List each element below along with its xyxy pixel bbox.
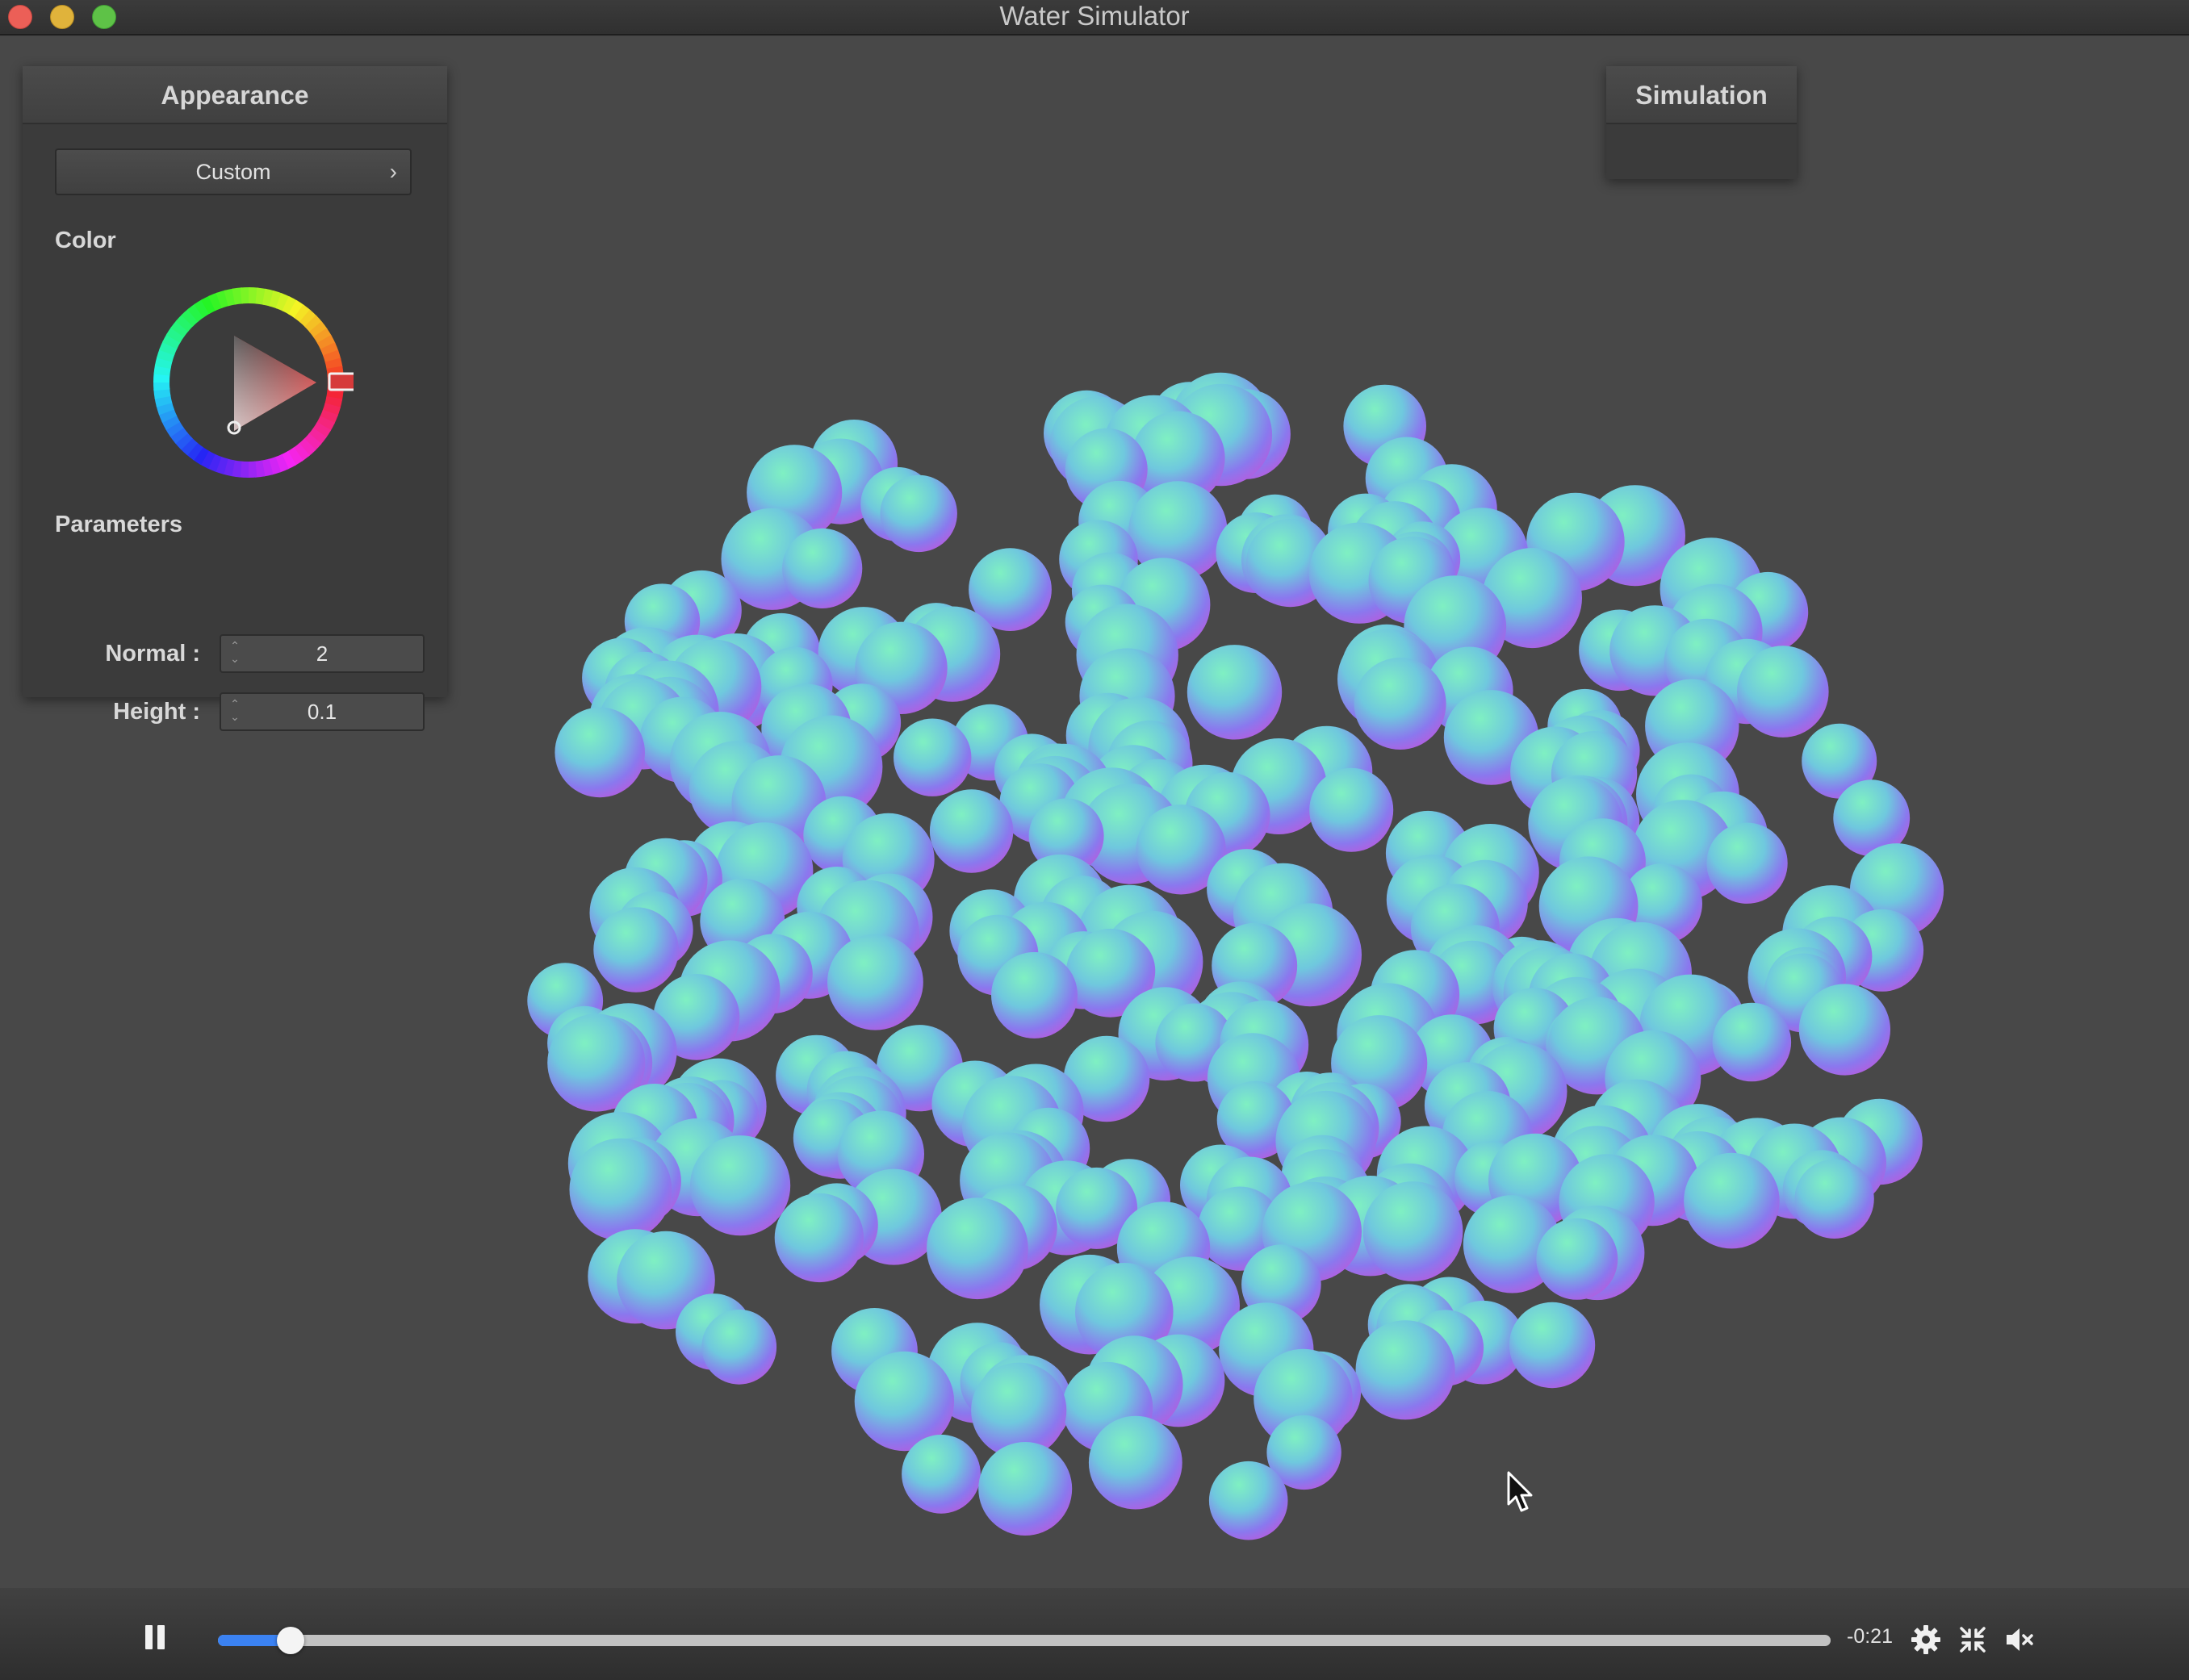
gear-icon[interactable] (1910, 1624, 1942, 1656)
water-particle (902, 1434, 981, 1514)
water-particle (927, 1197, 1028, 1300)
water-particle (593, 907, 679, 993)
water-particle (1509, 1302, 1596, 1389)
water-particles (527, 372, 1944, 1540)
water-particle (701, 1309, 777, 1385)
chevron-right-icon: › (389, 159, 397, 184)
water-particle (894, 718, 972, 796)
water-particle (1309, 767, 1394, 852)
speaker-muted-icon[interactable] (2003, 1624, 2036, 1656)
water-particle (991, 951, 1078, 1039)
preset-label: Custom (195, 160, 271, 184)
water-particle (1712, 1002, 1792, 1082)
preset-dropdown[interactable]: Custom › (55, 148, 412, 195)
mouse-cursor-icon (1507, 1471, 1533, 1512)
stepper-arrows-icon[interactable]: ⌃ ⌄ (228, 639, 242, 668)
water-particle (1354, 658, 1446, 750)
time-remaining: -0:21 (1847, 1625, 1893, 1648)
water-particle (827, 934, 923, 1030)
normal-input[interactable]: ⌃ ⌄ 2 (220, 634, 425, 673)
appearance-panel-title[interactable]: Appearance (23, 66, 447, 124)
height-input[interactable]: ⌃ ⌄ 0.1 (220, 692, 425, 731)
water-particle (1737, 646, 1829, 738)
stepper-arrows-icon[interactable]: ⌃ ⌄ (228, 697, 242, 726)
playback-controls: -0:21 (0, 1588, 2189, 1680)
height-parameter-row: Height : ⌃ ⌄ 0.1 (55, 692, 426, 733)
water-particle (1187, 645, 1283, 740)
progress-slider[interactable] (218, 1627, 1831, 1654)
normal-label: Normal : (105, 641, 200, 667)
hue-picker-handle[interactable] (328, 372, 354, 391)
color-wheel[interactable] (144, 278, 354, 487)
triangle-tint (234, 336, 316, 431)
height-label: Height : (113, 699, 200, 725)
normal-parameter-row: Normal : ⌃ ⌄ 2 (55, 634, 426, 675)
water-particle (1088, 1415, 1182, 1510)
normal-value: 2 (316, 641, 329, 666)
water-particle (1362, 1181, 1463, 1281)
water-particle (1794, 1159, 1874, 1239)
water-particle (1706, 822, 1788, 904)
appearance-panel: Appearance Custom › Color Parameters Nor… (23, 66, 447, 731)
water-particle (1355, 1320, 1455, 1420)
water-particle (782, 528, 863, 609)
exit-fullscreen-icon[interactable] (1957, 1624, 1989, 1656)
water-particle (978, 1442, 1073, 1536)
parameters-section-label: Parameters (55, 512, 182, 537)
window-title: Water Simulator (999, 1, 1190, 31)
water-particle (774, 1193, 864, 1283)
water-particle (1536, 1218, 1618, 1300)
app-window: Water Simulator Appearance Custom › Colo… (0, 0, 2189, 1680)
water-particle (1684, 1152, 1780, 1249)
height-value: 0.1 (307, 700, 337, 724)
water-particle (880, 474, 957, 553)
water-particle (1798, 984, 1890, 1076)
water-particle (690, 1135, 791, 1236)
water-particle (1208, 1461, 1288, 1540)
water-particle (929, 789, 1014, 873)
progress-thumb[interactable] (276, 1627, 304, 1654)
simulation-panel: Simulation (1606, 66, 1797, 179)
water-particle (569, 1138, 672, 1241)
title-bar: Water Simulator (0, 0, 2189, 36)
water-particle (555, 707, 645, 798)
simulation-panel-title[interactable]: Simulation (1606, 66, 1797, 124)
pause-icon[interactable] (142, 1624, 170, 1651)
color-section-label: Color (55, 228, 116, 253)
